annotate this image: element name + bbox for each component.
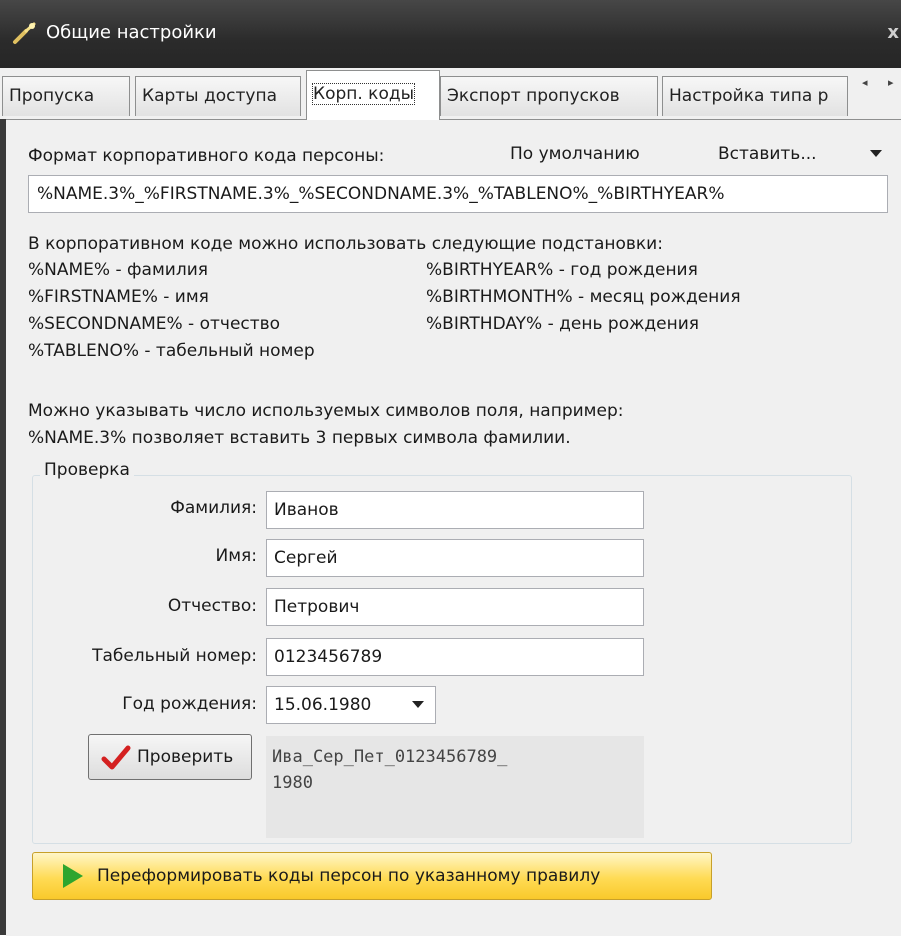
surname-label: Фамилия: [170,498,257,518]
tab-pass-type-settings[interactable]: Настройка типа р [662,76,848,116]
help-item: %BIRTHMONTH% - месяц рождения [426,287,741,307]
play-icon [63,864,83,888]
help-item: %NAME% - фамилия [28,260,208,280]
tab-scroll-right-icon[interactable]: ▸ [888,76,894,89]
wand-icon [13,22,36,44]
reform-codes-button-label: Переформировать коды персон по указанном… [97,866,601,886]
result-line: Ива_Сер_Пет_0123456789_ [272,747,508,767]
window-title: Общие настройки [46,22,217,43]
default-button[interactable]: По умолчанию [510,144,640,164]
birth-date-picker[interactable]: 15.06.1980 [266,686,436,724]
close-button[interactable]: x [887,22,899,43]
help-note: Можно указывать число используемых симво… [28,401,624,421]
chevron-down-icon[interactable] [412,701,424,708]
format-label: Формат корпоративного кода персоны: [28,146,385,166]
help-note: %NAME.3% позволяет вставить 3 первых сим… [28,428,571,448]
result-line: 1980 [272,773,313,793]
reform-codes-button[interactable]: Переформировать коды персон по указанном… [32,852,712,900]
checkmark-icon [101,745,131,770]
help-item: %BIRTHYEAR% - год рождения [426,260,698,280]
employee-number-input[interactable]: 0123456789 [266,638,644,676]
help-item: %TABLENO% - табельный номер [28,341,315,361]
format-input[interactable]: %NAME.3%_%FIRSTNAME.3%_%SECONDNAME.3%_%T… [28,175,888,213]
insert-chevron-down-icon[interactable] [870,150,882,157]
tab-scroll-left-icon[interactable]: ◂ [862,76,868,89]
tab-access-cards[interactable]: Карты доступа [135,76,301,116]
patronymic-input[interactable]: Петрович [266,588,644,626]
result-output: Ива_Сер_Пет_0123456789_ 1980 [266,736,644,838]
check-group-legend: Проверка [40,460,134,480]
patronymic-label: Отчество: [167,596,257,616]
tab-passes[interactable]: Пропуска [2,76,130,116]
check-button[interactable]: Проверить [88,734,252,780]
help-item: %BIRTHDAY% - день рождения [426,314,700,334]
check-button-label: Проверить [137,747,234,767]
help-item: %SECONDNAME% - отчество [28,314,281,334]
help-item: %FIRSTNAME% - имя [28,287,209,307]
name-input[interactable]: Сергей [266,539,644,577]
tab-export-passes[interactable]: Экспорт пропусков [440,76,658,116]
help-intro: В корпоративном коде можно использовать … [28,234,663,254]
name-label: Имя: [215,546,258,566]
title-bar: Общие настройки x [0,0,901,68]
tab-corp-codes[interactable]: Корп. коды [306,70,440,120]
surname-input[interactable]: Иванов [266,491,644,529]
employee-number-label: Табельный номер: [92,646,257,666]
birth-date-label: Год рождения: [122,694,257,714]
settings-window: Общие настройки x Пропуска Карты доступа… [0,0,901,936]
insert-dropdown[interactable]: Вставить... [718,144,817,164]
